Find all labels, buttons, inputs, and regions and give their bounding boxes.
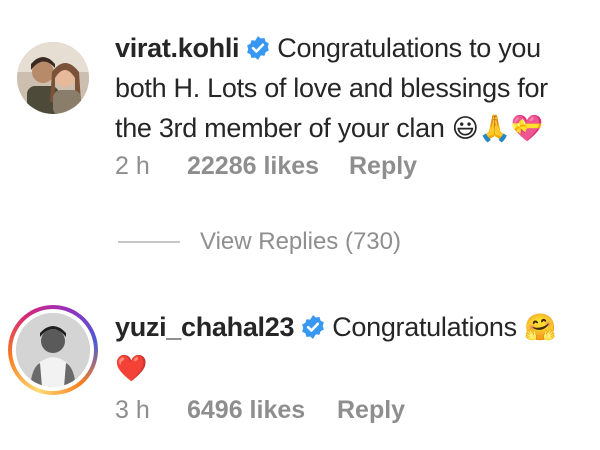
reply-button[interactable]: Reply [349,152,417,181]
avatar-photo [17,42,89,114]
reply-button[interactable]: Reply [337,396,405,425]
comment-text: virat.kohli Congratulations to you both … [115,28,585,149]
comment-username[interactable]: virat.kohli [115,33,240,63]
view-replies-label: View Replies (730) [200,228,401,255]
story-ring[interactable] [8,305,98,395]
verified-badge-icon [247,36,270,60]
avatar[interactable] [17,42,89,114]
hugging-emoji: 🤗 [524,313,557,343]
heart-emoji: ❤️ [115,354,148,384]
comment-likes[interactable]: 6496 likes [187,396,337,425]
story-ring-inner [12,309,94,391]
avatar-photo [16,313,90,387]
comment-timestamp[interactable]: 2 h [115,152,187,181]
comment-username[interactable]: yuzi_chahal23 [115,312,295,342]
verified-badge-icon [302,315,325,339]
comment-meta: 2 h 22286 likes Reply [115,152,417,181]
comment-timestamp[interactable]: 3 h [115,396,187,425]
view-replies-button[interactable]: View Replies (730) [118,228,401,256]
comment-body: Congratulations [332,312,517,342]
emoji-group: 😃🙏💝 [451,114,543,144]
comment-meta: 3 h 6496 likes Reply [115,396,405,425]
comment-likes[interactable]: 22286 likes [187,152,349,181]
view-replies-divider [118,241,180,243]
avatar[interactable] [16,313,90,387]
comment-text: yuzi_chahal23 Congratulations 🤗 ❤️ [115,307,585,389]
